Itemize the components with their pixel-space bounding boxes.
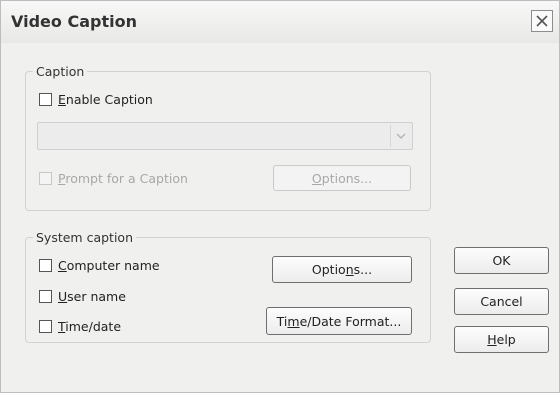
- computer-name-label: Computer name: [58, 257, 160, 273]
- cancel-button[interactable]: Cancel: [454, 288, 549, 315]
- close-button[interactable]: [531, 10, 553, 32]
- time-date-box[interactable]: [39, 319, 52, 333]
- time-date-checkbox[interactable]: Time/date: [39, 317, 121, 335]
- system-caption-legend: System caption: [33, 230, 136, 245]
- caption-group-legend: Caption: [33, 64, 88, 79]
- dialog-title: Video Caption: [11, 12, 137, 31]
- system-options-button[interactable]: Optio n s...: [272, 256, 412, 283]
- help-button[interactable]: Help: [454, 326, 549, 353]
- title-bar[interactable]: Video Caption: [1, 1, 559, 43]
- enable-caption-label: Enable Caption: [58, 91, 153, 107]
- prompt-caption-box[interactable]: [39, 171, 52, 185]
- caption-select[interactable]: [37, 122, 413, 150]
- time-date-label: Time/date: [58, 318, 122, 334]
- computer-name-checkbox[interactable]: Computer name: [39, 256, 160, 274]
- chevron-down-icon[interactable]: [390, 125, 410, 147]
- user-name-box[interactable]: [39, 289, 52, 303]
- computer-name-box[interactable]: [39, 258, 52, 272]
- user-name-label: User name: [58, 288, 126, 304]
- video-caption-dialog: Video Caption Caption Enable Caption Pro…: [0, 0, 560, 393]
- time-date-format-button[interactable]: Ti m e/Date Format...: [266, 307, 412, 335]
- enable-caption-checkbox[interactable]: Enable Caption: [39, 90, 153, 108]
- prompt-caption-checkbox[interactable]: Prompt for a Caption: [39, 169, 188, 187]
- user-name-checkbox[interactable]: User name: [39, 287, 126, 305]
- prompt-caption-label: Prompt for a Caption: [58, 170, 188, 186]
- enable-caption-box[interactable]: [39, 92, 52, 106]
- close-icon: [536, 15, 548, 27]
- ok-button[interactable]: OK: [454, 247, 549, 274]
- caption-options-button[interactable]: Options...: [273, 165, 411, 191]
